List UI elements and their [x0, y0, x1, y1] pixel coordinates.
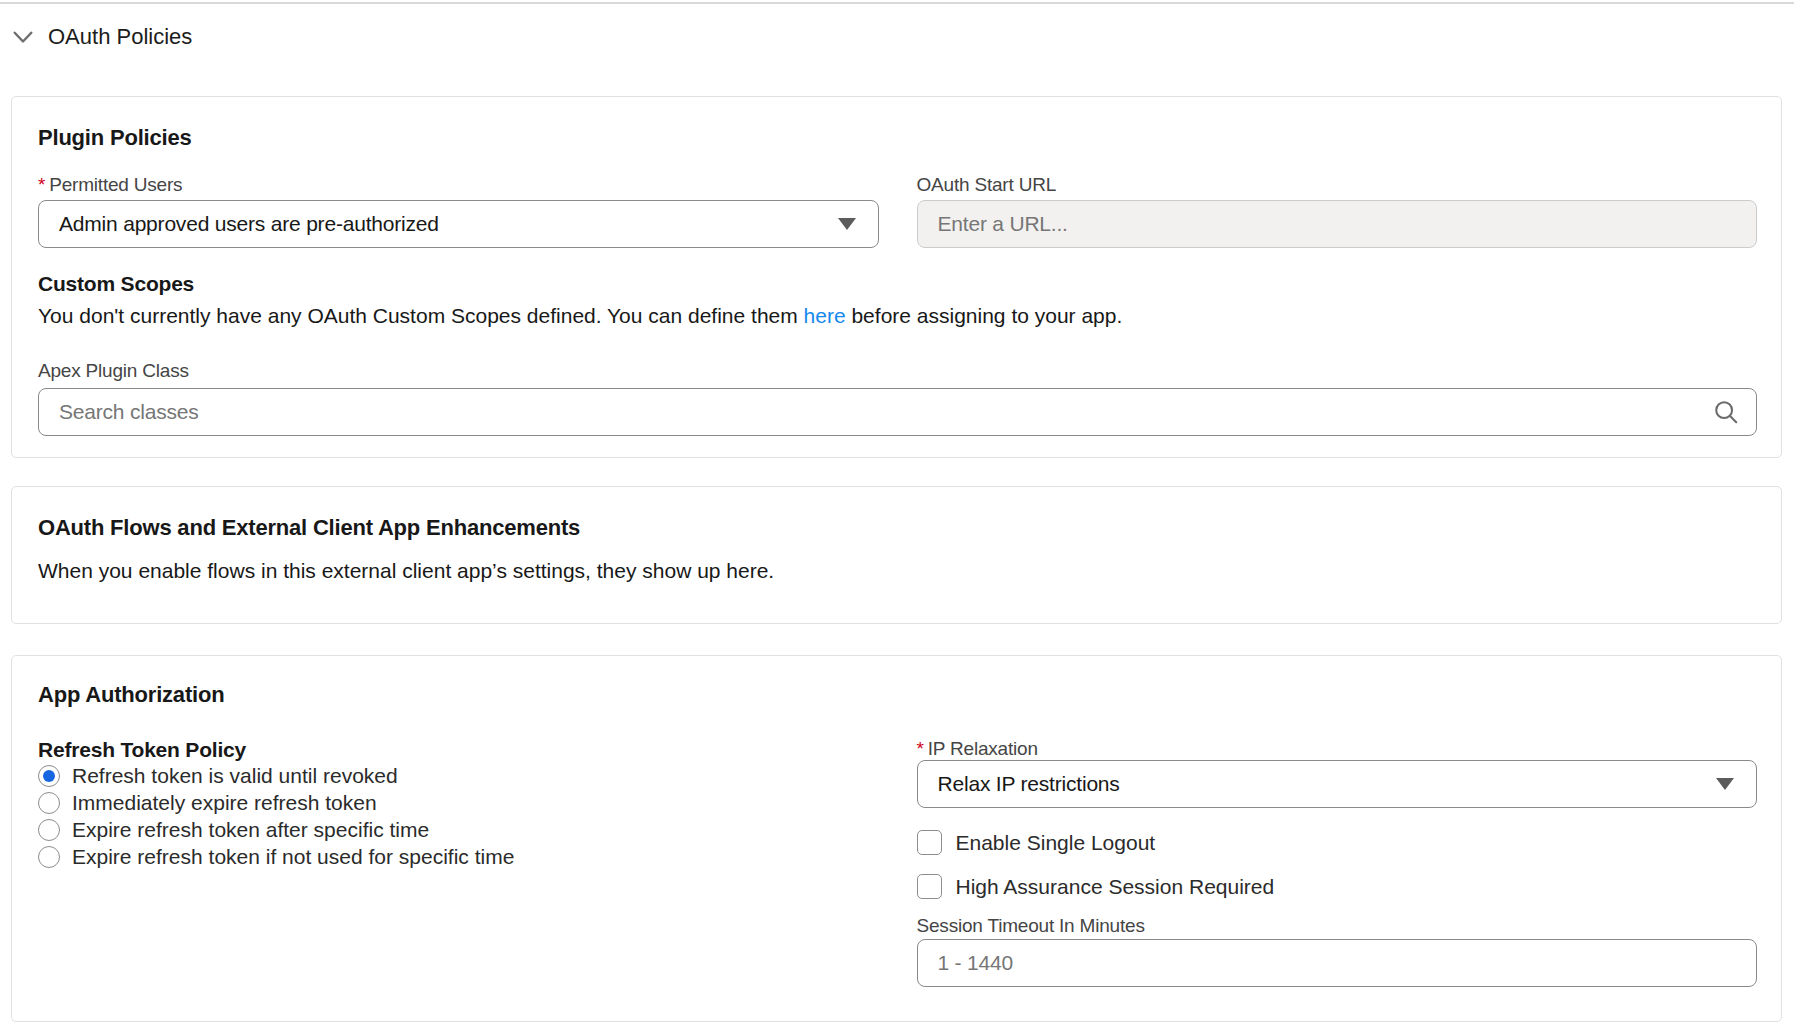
permitted-users-value: Admin approved users are pre-authorized	[59, 212, 439, 236]
apex-class-search-box	[38, 388, 1757, 436]
ip-relaxation-value: Relax IP restrictions	[938, 772, 1120, 796]
checkbox-unchecked[interactable]	[917, 830, 942, 855]
required-asterisk: *	[38, 174, 45, 196]
radio-refresh-token-valid-until-revoked[interactable]: Refresh token is valid until revoked	[38, 762, 879, 789]
ip-relaxation-select[interactable]: Relax IP restrictions	[917, 760, 1758, 808]
permitted-users-select[interactable]: Admin approved users are pre-authorized	[38, 200, 879, 248]
oauth-start-url-field: OAuth Start URL	[917, 174, 1758, 248]
high-assurance-session-checkbox-row[interactable]: High Assurance Session Required	[917, 874, 1758, 899]
app-authorization-card: App Authorization Refresh Token Policy R…	[11, 655, 1782, 1022]
dropdown-caret-icon	[838, 218, 856, 230]
custom-scopes-here-link[interactable]: here	[804, 304, 846, 327]
oauth-policies-section-header[interactable]: OAuth Policies	[13, 24, 192, 50]
refresh-token-policy-label: Refresh Token Policy	[38, 738, 879, 762]
ip-relaxation-label: * IP Relaxation	[917, 738, 1758, 760]
session-timeout-input[interactable]	[917, 939, 1758, 987]
custom-scopes-description: You don't currently have any OAuth Custo…	[38, 303, 1757, 328]
apex-class-search-input[interactable]	[38, 388, 1757, 436]
plugin-policies-title: Plugin Policies	[38, 97, 1757, 150]
radio-button[interactable]	[38, 819, 60, 841]
refresh-token-policy-radio-group: Refresh token is valid until revoked Imm…	[38, 762, 879, 870]
section-title: OAuth Policies	[48, 24, 192, 50]
enable-single-logout-checkbox-row[interactable]: Enable Single Logout	[917, 830, 1758, 855]
chevron-down-icon[interactable]	[13, 31, 33, 44]
top-divider	[0, 2, 1794, 4]
radio-expire-refresh-token-if-not-used[interactable]: Expire refresh token if not used for spe…	[38, 843, 879, 870]
dropdown-caret-icon	[1716, 778, 1734, 790]
radio-immediately-expire-refresh-token[interactable]: Immediately expire refresh token	[38, 789, 879, 816]
oauth-policies-page: OAuth Policies Plugin Policies * Permitt…	[0, 0, 1794, 1030]
permitted-users-label: * Permitted Users	[38, 174, 879, 196]
oauth-start-url-label: OAuth Start URL	[917, 174, 1758, 196]
oauth-flows-title: OAuth Flows and External Client App Enha…	[38, 487, 1757, 540]
checkbox-unchecked[interactable]	[917, 874, 942, 899]
oauth-start-url-input[interactable]	[917, 200, 1758, 248]
search-icon	[1713, 399, 1739, 425]
radio-button[interactable]	[38, 846, 60, 868]
required-asterisk: *	[917, 738, 924, 760]
session-timeout-label: Session Timeout In Minutes	[917, 915, 1758, 937]
radio-button-selected[interactable]	[38, 765, 60, 787]
refresh-token-policy-group: Refresh Token Policy Refresh token is va…	[38, 738, 879, 987]
app-authorization-title: App Authorization	[38, 656, 1757, 707]
permitted-users-field: * Permitted Users Admin approved users a…	[38, 174, 879, 248]
apex-plugin-class-label: Apex Plugin Class	[38, 360, 1757, 382]
oauth-flows-description: When you enable flows in this external c…	[38, 558, 1757, 583]
oauth-flows-card: OAuth Flows and External Client App Enha…	[11, 486, 1782, 624]
radio-button[interactable]	[38, 792, 60, 814]
app-authorization-right-column: * IP Relaxation Relax IP restrictions En…	[917, 738, 1758, 987]
plugin-policies-card: Plugin Policies * Permitted Users Admin …	[11, 96, 1782, 458]
radio-expire-refresh-token-after-time[interactable]: Expire refresh token after specific time	[38, 816, 879, 843]
custom-scopes-label: Custom Scopes	[38, 272, 1757, 296]
